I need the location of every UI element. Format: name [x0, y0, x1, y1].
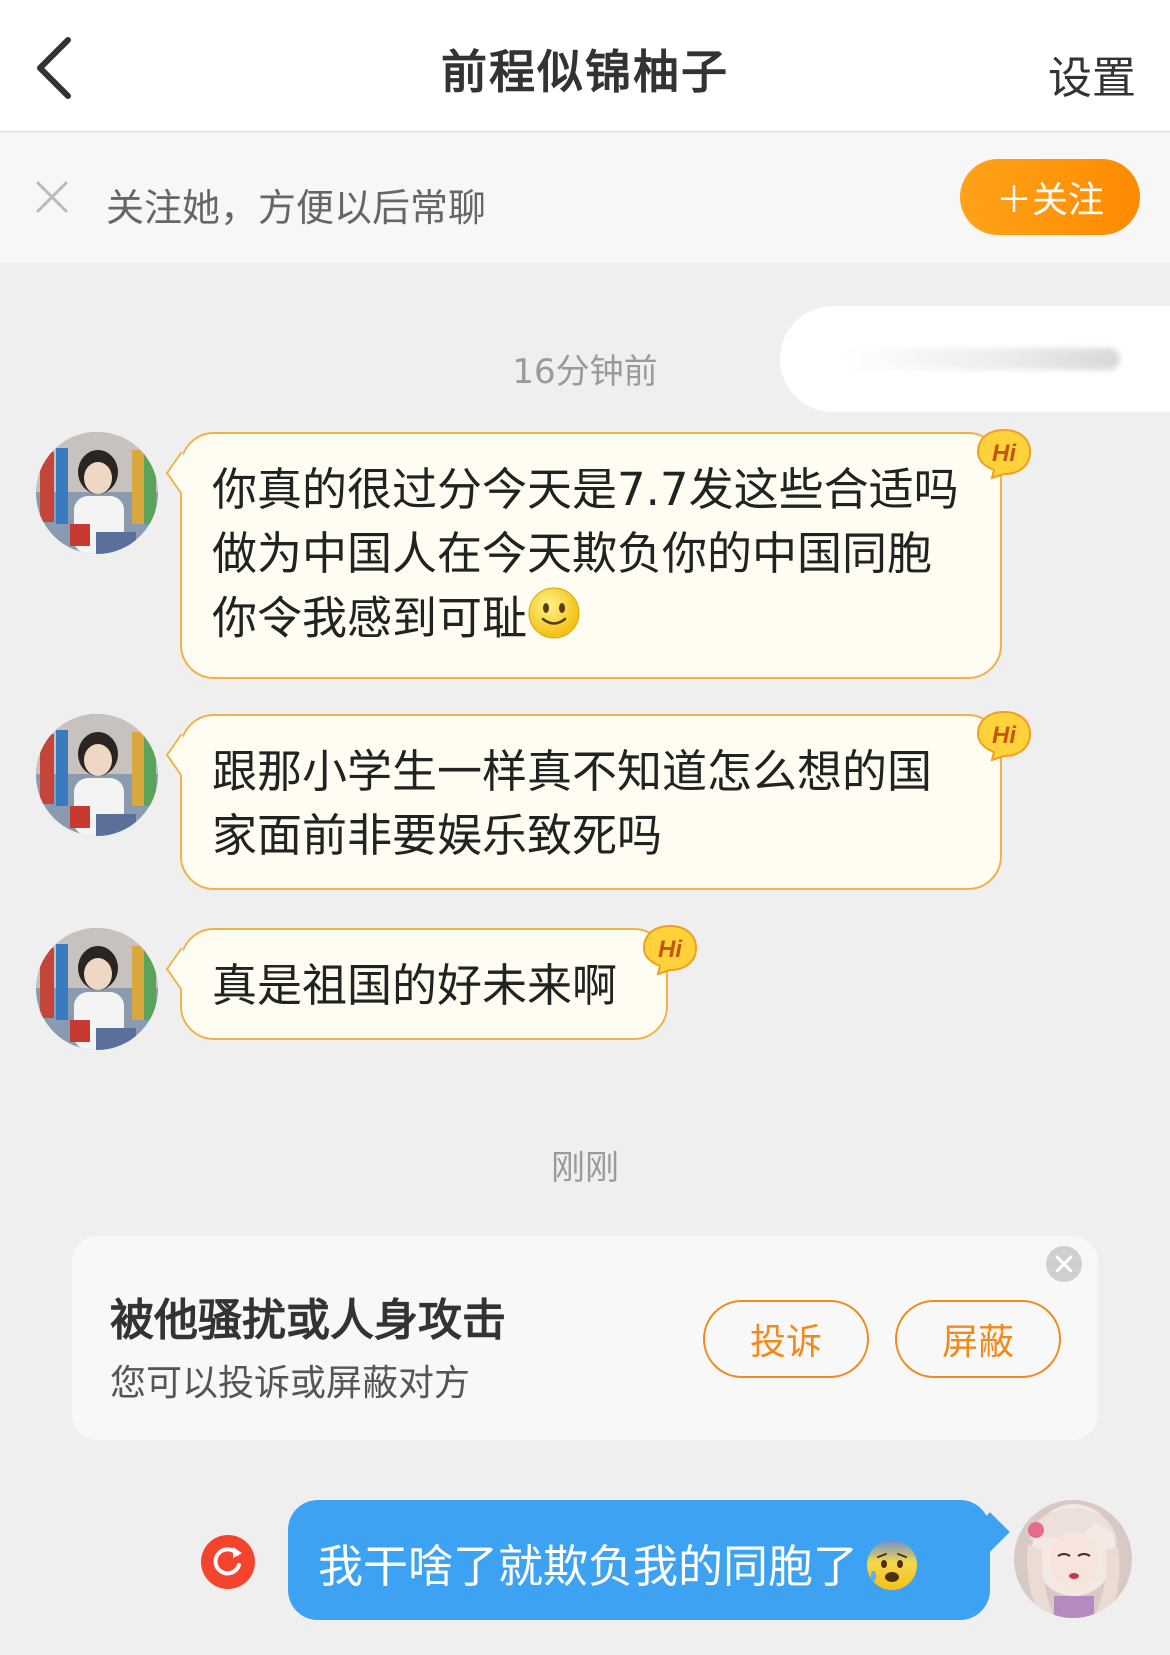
badge-text: Hi	[992, 722, 1017, 749]
avatar[interactable]	[36, 928, 158, 1050]
hi-badge-icon: Hi	[642, 924, 698, 976]
message-text: 我干啥了就欺负我的同胞了	[318, 1540, 859, 1593]
close-icon[interactable]	[32, 177, 72, 217]
complain-button[interactable]: 投诉	[703, 1300, 869, 1378]
message-text: 真是祖国的好未来啊	[212, 959, 618, 1012]
message-timestamp: 刚刚	[551, 1148, 619, 1188]
avatar[interactable]	[36, 432, 158, 554]
badge-text: Hi	[992, 440, 1017, 467]
badge-text: Hi	[658, 936, 683, 963]
incoming-message-bubble[interactable]: 真是祖国的好未来啊	[180, 928, 668, 1040]
nav-header: 前程似锦柚子 设置	[0, 0, 1170, 132]
hi-badge-icon: Hi	[976, 428, 1032, 480]
outgoing-message-bubble[interactable]: 我干啥了就欺负我的同胞了	[288, 1500, 990, 1620]
close-circle-icon[interactable]	[1044, 1244, 1084, 1284]
harassment-report-card: 被他骚扰或人身攻击 您可以投诉或屏蔽对方 投诉 屏蔽	[72, 1236, 1098, 1440]
avatar[interactable]	[36, 714, 158, 836]
incoming-message-bubble[interactable]: 跟那小学生一样真不知道怎么想的国家面前非要娱乐致死吗	[180, 714, 1002, 890]
hi-badge-icon: Hi	[976, 710, 1032, 762]
message-text: 你真的很过分今天是7.7发这些合适吗做为中国人在今天欺负你的中国同胞你令我感到可…	[212, 463, 959, 645]
message-text: 跟那小学生一样真不知道怎么想的国家面前非要娱乐致死吗	[212, 745, 933, 862]
incoming-message-bubble[interactable]: 你真的很过分今天是7.7发这些合适吗做为中国人在今天欺负你的中国同胞你令我感到可…	[180, 432, 1002, 679]
follow-button[interactable]: ＋关注	[960, 159, 1140, 235]
smile-emoji	[527, 586, 581, 657]
follow-banner: 关注她，方便以后常聊 ＋关注	[0, 133, 1170, 263]
my-avatar[interactable]	[1014, 1500, 1132, 1618]
page-title: 前程似锦柚子	[441, 45, 729, 99]
report-card-title: 被他骚扰或人身攻击	[110, 1295, 506, 1346]
block-button[interactable]: 屏蔽	[895, 1300, 1061, 1378]
resend-icon[interactable]	[200, 1534, 256, 1590]
follow-prompt-text: 关注她，方便以后常聊	[106, 186, 487, 230]
report-card-subtitle: 您可以投诉或屏蔽对方	[110, 1363, 471, 1404]
settings-button[interactable]: 设置	[1048, 42, 1136, 106]
anxious-sweat-emoji	[864, 1537, 920, 1604]
message-timestamp: 16分钟前	[512, 352, 658, 392]
